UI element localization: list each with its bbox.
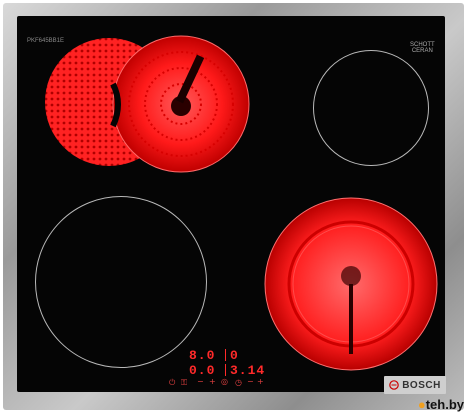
display-separator-top [225, 349, 226, 361]
display-left-bottom: 0.0 [189, 363, 216, 378]
display-right-top: 0 [230, 348, 239, 363]
zone-bottom-left [35, 196, 207, 368]
site-watermark: ●teh.by [418, 397, 464, 412]
zone-select-button[interactable]: ◎ [221, 377, 228, 386]
brand-plate: BOSCH [384, 376, 446, 394]
bosch-logo-icon [389, 380, 399, 390]
glass-brand-label: SCHOTT CERAN [410, 42, 435, 54]
glass-brand-line2: CERAN [411, 48, 433, 54]
display-separator-bottom [225, 364, 226, 376]
plus-button[interactable]: + [209, 377, 216, 386]
brand-name: BOSCH [402, 379, 441, 391]
zone-top-right [313, 50, 429, 166]
display-right-bottom: 3.14 [230, 363, 266, 378]
minus-button[interactable]: − [197, 377, 204, 386]
zone-top-left-extended [45, 35, 250, 173]
watermark-dot-icon: ● [417, 397, 426, 412]
ceramic-glass-surface: PKF645BB1E SCHOTT CERAN 8.0 0 0.0 3.14 ⏻… [17, 16, 445, 392]
zone-bottom-right-hot [264, 197, 438, 371]
power-icon[interactable]: ⏻ [169, 378, 175, 388]
lock-icon[interactable]: ⚿ [181, 378, 187, 388]
timer-icon[interactable]: ◷ [235, 378, 242, 387]
watermark-text: teh.by [425, 397, 464, 412]
plus-button-2[interactable]: + [257, 377, 264, 386]
minus-button-2[interactable]: − [247, 377, 254, 386]
display-left-top: 8.0 [189, 348, 216, 363]
